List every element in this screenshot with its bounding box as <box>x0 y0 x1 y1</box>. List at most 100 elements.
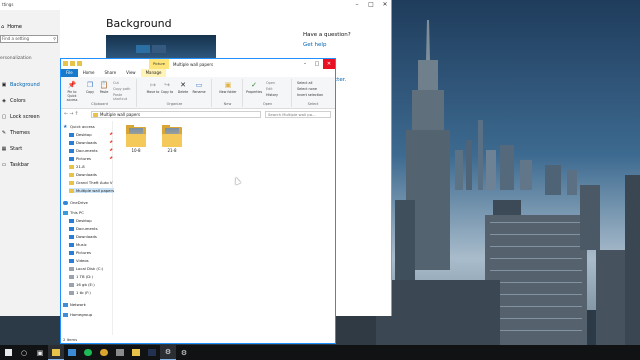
gear-icon[interactable]: ⚙ <box>176 345 192 360</box>
nav-item-pc-downloads[interactable]: Downloads <box>69 234 97 239</box>
pin-icon: 📌 <box>109 140 113 144</box>
nav-item-pc-desktop[interactable]: Desktop <box>69 218 92 223</box>
nav-item-desktop[interactable]: Desktop <box>69 132 92 137</box>
settings-search-input[interactable]: Find a setting ⚲ <box>0 35 58 43</box>
edit-button[interactable]: Edit <box>266 87 273 91</box>
paste-shortcut-button[interactable]: Paste shortcut <box>113 93 136 101</box>
copy-path-button[interactable]: Copy path <box>113 87 130 91</box>
file-explorer-icon[interactable] <box>48 345 64 360</box>
ribbon-group-organize: ↦ Move to ↪ Copy to ✕ Delete ▭ Rename Or… <box>138 79 212 107</box>
explorer-search-input[interactable]: Search Multiple wall pa... <box>265 111 331 118</box>
open-button[interactable]: Open <box>266 81 275 85</box>
select-none-button[interactable]: Select none <box>297 87 317 91</box>
task-view-icon[interactable]: ▣ <box>32 345 48 360</box>
nav-item-homegroup[interactable]: Homegroup <box>63 312 92 317</box>
app-icon[interactable] <box>112 345 128 360</box>
tab-home[interactable]: Home <box>78 69 100 77</box>
copy-to-label: Copy to <box>160 90 174 94</box>
store-icon[interactable] <box>64 345 80 360</box>
pin-quick-access-button[interactable]: 📌 Pin to Quick access <box>63 81 81 102</box>
address-bar[interactable]: Multiple wall papers <box>91 111 261 118</box>
copy-button[interactable]: ❐ Copy <box>83 81 97 94</box>
preview-tile <box>152 45 166 53</box>
nav-item-drive-d[interactable]: 1 TB (D:) <box>69 274 93 279</box>
minimize-icon[interactable]: – <box>350 0 364 10</box>
paste-button[interactable]: 📋 Paste <box>97 81 111 94</box>
history-button[interactable]: History <box>266 93 278 97</box>
nav-item-pictures[interactable]: Pictures <box>69 156 91 161</box>
settings-sidebar: ⌂ Home Find a setting ⚲ ersonalization ▣… <box>0 10 60 316</box>
folder-item-10-8[interactable]: 10-8 <box>123 125 149 153</box>
nav-item-21-8[interactable]: 21-8 <box>69 164 85 169</box>
sidebar-item-label: Taskbar <box>10 162 30 168</box>
nav-arrows: ←→↑ <box>64 111 80 117</box>
rename-button[interactable]: ▭ Rename <box>192 81 206 94</box>
minimize-icon[interactable]: – <box>299 59 311 69</box>
sidebar-item-colors[interactable]: ◈ Colors <box>0 96 60 106</box>
nav-item-pc-documents[interactable]: Documents <box>69 226 98 231</box>
close-icon[interactable]: ✕ <box>378 0 392 10</box>
nav-item-drive-f[interactable]: 1 tb (F:) <box>69 290 91 295</box>
cut-button[interactable]: Cut <box>113 81 119 85</box>
nav-item-videos[interactable]: Videos <box>69 258 89 263</box>
sidebar-item-taskbar[interactable]: ▭ Taskbar <box>0 160 60 170</box>
copy-to-button[interactable]: ↪ Copy to <box>160 81 174 94</box>
nav-item-quick-access[interactable]: ★ Quick access <box>63 124 95 129</box>
tab-file[interactable]: File <box>61 69 78 77</box>
close-icon[interactable]: ✕ <box>323 59 335 69</box>
maximize-icon[interactable]: □ <box>311 59 323 69</box>
explorer-window-controls: – □ ✕ <box>299 59 335 69</box>
nav-item-label: 1 tb (F:) <box>76 290 91 295</box>
nav-item-music[interactable]: Music <box>69 242 87 247</box>
new-folder-icon[interactable] <box>77 61 82 66</box>
chrome-icon[interactable] <box>96 345 112 360</box>
nav-item-this-pc[interactable]: This PC <box>63 210 84 215</box>
up-icon[interactable]: ↑ <box>74 111 79 117</box>
settings-titlebar: ttings – □ ✕ <box>0 0 392 10</box>
settings-icon[interactable]: ⚙ <box>160 345 176 360</box>
cortana-icon[interactable]: ○ <box>16 345 32 360</box>
tab-manage[interactable]: Manage <box>140 69 167 77</box>
tab-share[interactable]: Share <box>100 69 122 77</box>
picture-tools-tab[interactable]: Picture Tools <box>149 59 169 76</box>
windows-start-icon[interactable] <box>0 345 16 360</box>
folder-icon[interactable] <box>128 345 144 360</box>
new-folder-label: New folder <box>219 90 237 94</box>
sidebar-item-themes[interactable]: ✎ Themes <box>0 128 60 138</box>
nav-item-gta-v[interactable]: Grand Theft Auto V <box>69 180 113 185</box>
properties-icon[interactable] <box>70 61 75 66</box>
sidebar-item-lock-screen[interactable]: ▢ Lock screen <box>0 112 60 122</box>
get-help-link[interactable]: Get help <box>303 42 326 48</box>
nav-item-documents[interactable]: Documents <box>69 148 98 153</box>
folder-label: 10-8 <box>131 148 141 153</box>
ribbon-group-select: Select all Select none Invert selection … <box>293 79 333 107</box>
file-explorer-window: Picture Tools Multiple wall papers – □ ✕… <box>60 58 336 344</box>
invert-selection-button[interactable]: Invert selection <box>297 93 323 97</box>
properties-button[interactable]: ✓ Properties <box>246 81 262 94</box>
sidebar-item-start[interactable]: ▦ Start <box>0 144 60 154</box>
select-all-button[interactable]: Select all <box>297 81 313 85</box>
nav-item-local-disk-c[interactable]: Local Disk (C:) <box>69 266 103 271</box>
brush-icon: ✎ <box>1 130 7 136</box>
folder-item-21-8[interactable]: 21-8 <box>159 125 185 153</box>
folder-icon[interactable] <box>63 61 68 66</box>
photoshop-icon[interactable] <box>144 345 160 360</box>
nav-item-pc-pictures[interactable]: Pictures <box>69 250 91 255</box>
nav-item-multiple-wall-papers[interactable]: Multiple wall papers <box>69 188 115 193</box>
media-icon[interactable] <box>80 345 96 360</box>
sidebar-item-background[interactable]: ▣ Background <box>0 80 60 90</box>
delete-button[interactable]: ✕ Delete <box>176 81 190 94</box>
new-folder-button[interactable]: ▣ New folder <box>219 81 237 94</box>
nav-item-downloads[interactable]: Downloads <box>69 140 97 145</box>
partial-link[interactable]: tter. <box>335 77 346 83</box>
tab-view[interactable]: View <box>121 69 141 77</box>
maximize-icon[interactable]: □ <box>364 0 378 10</box>
move-to-button[interactable]: ↦ Move to <box>146 81 160 94</box>
downloads-icon <box>69 140 74 145</box>
nav-item-drive-e[interactable]: 16 gb (E:) <box>69 282 95 287</box>
settings-home-link[interactable]: ⌂ Home <box>0 22 60 32</box>
nav-item-onedrive[interactable]: OneDrive <box>63 200 88 205</box>
folder-icon <box>126 125 146 147</box>
nav-item-network[interactable]: Network <box>63 302 86 307</box>
nav-item-downloads-folder[interactable]: Downloads <box>69 172 97 177</box>
